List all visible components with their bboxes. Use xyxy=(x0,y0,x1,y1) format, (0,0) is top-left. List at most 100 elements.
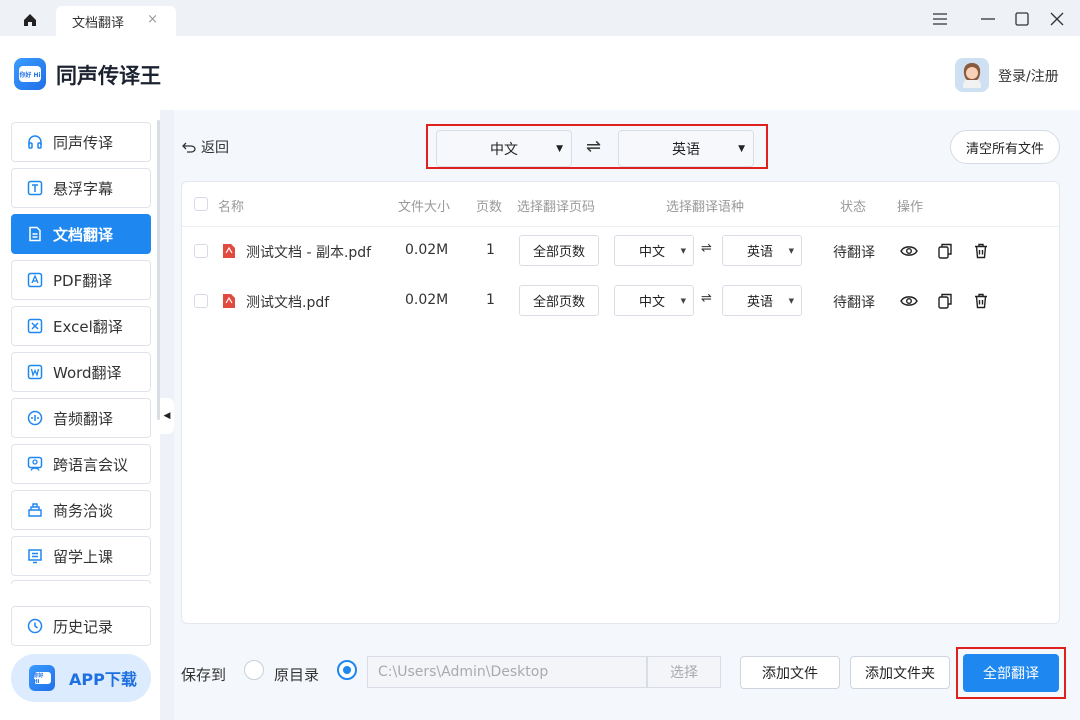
login-link[interactable]: 登录/注册 xyxy=(998,66,1059,86)
home-icon[interactable] xyxy=(12,6,48,34)
translate-all-highlight: 全部翻译 xyxy=(956,647,1066,699)
row-source-language-select[interactable]: 中文 ▼ xyxy=(614,285,694,316)
language-selector-highlight: 中文 ▼ ⇌ 英语 ▼ xyxy=(426,124,768,169)
sidebar-scrollbar[interactable] xyxy=(157,120,160,420)
collapse-sidebar-icon[interactable]: ◀ xyxy=(160,398,174,434)
audio-icon xyxy=(26,409,44,427)
document-icon xyxy=(26,225,44,243)
class-icon xyxy=(26,547,44,565)
row-swap-icon[interactable]: ⇌ xyxy=(701,291,712,306)
row-source-language: 中文 xyxy=(639,295,666,310)
sidebar-item-label: 商务洽谈 xyxy=(53,501,114,520)
file-name: 测试文档.pdf xyxy=(246,295,330,311)
app-download-button[interactable]: 你好 Hi APP下载 xyxy=(11,654,151,702)
logo-bubble: 你好 Hi xyxy=(19,66,41,82)
sidebar-item-label: Excel翻译 xyxy=(53,317,123,336)
delete-trash-icon[interactable] xyxy=(971,241,991,261)
file-size: 0.02M xyxy=(405,242,449,258)
sidebar-item-document[interactable]: 文档翻译 xyxy=(11,214,151,254)
save-to-label: 保存到 xyxy=(181,666,227,684)
dropdown-arrow-icon: ▼ xyxy=(788,297,794,305)
sidebar-item-meeting[interactable]: 跨语言会议 xyxy=(11,444,151,484)
close-icon[interactable] xyxy=(1040,6,1074,32)
sidebar-item-label: 文档翻译 xyxy=(53,225,114,244)
pdf-file-icon xyxy=(223,244,235,258)
sidebar-item-history[interactable]: 历史记录 xyxy=(11,606,151,646)
sidebar-item-pdf[interactable]: PDF翻译 xyxy=(11,260,151,300)
custom-directory-radio[interactable] xyxy=(337,660,357,680)
header-actions: 操作 xyxy=(897,200,924,215)
pdf-file-icon xyxy=(223,294,235,308)
output-path-field[interactable]: C:\Users\Admin\Desktop xyxy=(367,656,647,688)
menu-icon[interactable] xyxy=(923,6,957,32)
original-directory-label: 原目录 xyxy=(274,666,320,684)
header-status: 状态 xyxy=(840,200,867,215)
target-language-select[interactable]: 英语 ▼ xyxy=(618,130,754,167)
select-all-checkbox[interactable] xyxy=(194,197,208,211)
sidebar-item-audio[interactable]: 音频翻译 xyxy=(11,398,151,438)
word-icon xyxy=(26,363,44,381)
sidebar-item-excel[interactable]: Excel翻译 xyxy=(11,306,151,346)
sidebar-item-business[interactable]: 商务洽谈 xyxy=(11,490,151,530)
row-target-language: 英语 xyxy=(747,295,774,310)
header-pages: 页数 xyxy=(476,200,503,215)
app-logo: 你好 Hi xyxy=(14,58,46,90)
row-checkbox[interactable] xyxy=(194,294,208,308)
translate-all-button[interactable]: 全部翻译 xyxy=(963,654,1059,692)
original-directory-radio[interactable] xyxy=(244,660,264,680)
row-checkbox[interactable] xyxy=(194,244,208,258)
maximize-icon[interactable] xyxy=(1005,6,1039,32)
sidebar-item-floating-subtitle[interactable]: 悬浮字幕 xyxy=(11,168,151,208)
page-count: 1 xyxy=(486,242,495,258)
row-target-language-select[interactable]: 英语 ▼ xyxy=(722,285,802,316)
back-button[interactable]: 返回 xyxy=(182,137,229,157)
minimize-icon[interactable] xyxy=(971,6,1005,32)
row-swap-icon[interactable]: ⇌ xyxy=(701,241,712,256)
copy-icon[interactable] xyxy=(935,291,955,311)
header-size: 文件大小 xyxy=(398,200,451,215)
row-target-language-select[interactable]: 英语 ▼ xyxy=(722,235,802,266)
add-folder-button[interactable]: 添加文件夹 xyxy=(850,656,950,689)
source-language-select[interactable]: 中文 ▼ xyxy=(436,130,572,167)
page-count: 1 xyxy=(486,292,495,308)
delete-trash-icon[interactable] xyxy=(971,291,991,311)
clear-all-files-button[interactable]: 清空所有文件 xyxy=(950,130,1060,164)
sidebar-item-class[interactable]: 留学上课 xyxy=(11,536,151,576)
choose-path-button[interactable]: 选择 xyxy=(647,656,721,688)
back-label: 返回 xyxy=(201,140,229,156)
dropdown-arrow-icon: ▼ xyxy=(788,247,794,255)
file-name: 测试文档 - 副本.pdf xyxy=(246,245,372,261)
sidebar-item-word[interactable]: Word翻译 xyxy=(11,352,151,392)
sidebar-item-simultaneous[interactable]: 同声传译 xyxy=(11,122,151,162)
app-download-label: APP下载 xyxy=(69,670,137,689)
tab-label: 文档翻译 xyxy=(72,15,125,31)
main-panel: 返回 中文 ▼ ⇌ 英语 ▼ 清空所有文件 名称 文件大小 页数 选择翻译页码 … xyxy=(174,110,1080,720)
target-language-value: 英语 xyxy=(672,141,700,158)
app-header: 你好 Hi 同声传译王 登录/注册 xyxy=(0,36,1080,110)
header-languages: 选择翻译语种 xyxy=(666,200,745,215)
tab-close-icon[interactable]: × xyxy=(147,12,158,27)
add-file-button[interactable]: 添加文件 xyxy=(740,656,840,689)
page-range-button[interactable]: 全部页数 xyxy=(519,235,599,266)
app-title: 同声传译王 xyxy=(56,64,161,88)
sidebar-item-label: 留学上课 xyxy=(53,547,114,566)
sidebar-item-label: Word翻译 xyxy=(53,363,122,382)
preview-eye-icon[interactable] xyxy=(899,241,919,261)
swap-language-icon[interactable]: ⇌ xyxy=(586,136,601,157)
business-icon xyxy=(26,501,44,519)
preview-eye-icon[interactable] xyxy=(899,291,919,311)
file-table: 名称 文件大小 页数 选择翻译页码 选择翻译语种 状态 操作 测试文档 - 副本… xyxy=(181,181,1060,624)
sidebar-item-label: 历史记录 xyxy=(53,617,114,636)
dropdown-arrow-icon: ▼ xyxy=(680,247,686,255)
sidebar-item-label: 跨语言会议 xyxy=(53,455,129,474)
status-text: 待翻译 xyxy=(833,295,875,311)
page-range-button[interactable]: 全部页数 xyxy=(519,285,599,316)
copy-icon[interactable] xyxy=(935,241,955,261)
meeting-icon xyxy=(26,455,44,473)
row-target-language: 英语 xyxy=(747,245,774,260)
text-icon xyxy=(26,179,44,197)
clock-icon xyxy=(26,617,44,635)
avatar[interactable] xyxy=(955,58,989,92)
row-source-language-select[interactable]: 中文 ▼ xyxy=(614,235,694,266)
tab-document-translation[interactable]: 文档翻译 × xyxy=(56,6,176,36)
